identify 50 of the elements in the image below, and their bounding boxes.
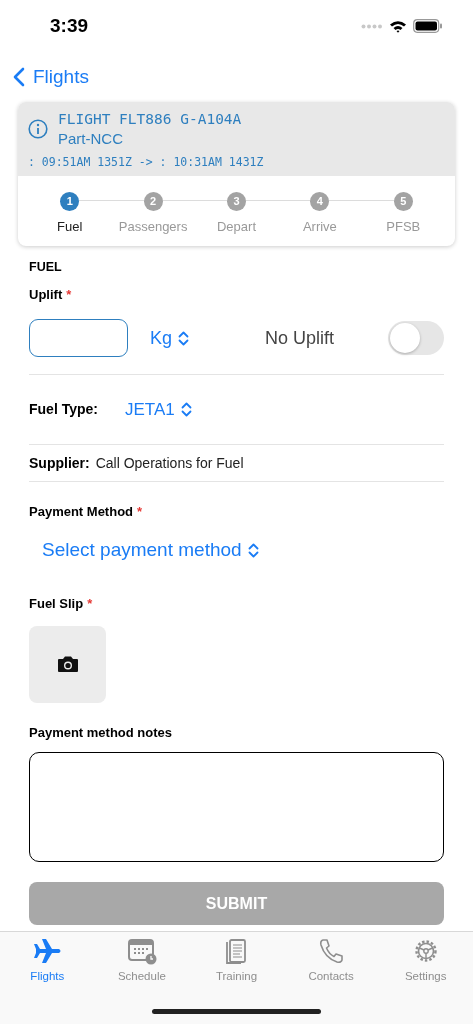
- field-label: Supplier:: [29, 453, 90, 473]
- notes-field[interactable]: [29, 752, 444, 863]
- calendar-clock-icon: [126, 937, 157, 965]
- field-label: Fuel Slip: [29, 595, 84, 614]
- chevron-updown-icon: [247, 542, 259, 558]
- status-time: 3:39: [50, 13, 89, 38]
- flight-subtitle: Part-NCC: [58, 129, 124, 148]
- tab-bar-item[interactable]: Training: [189, 937, 284, 986]
- wifi-icon: [389, 19, 407, 33]
- step-label[interactable]: PFSB: [386, 217, 421, 237]
- required-mark: *: [87, 595, 93, 614]
- tab-bar-item[interactable]: Flights: [0, 937, 95, 986]
- required-mark: *: [66, 285, 72, 304]
- info-icon: [28, 119, 48, 139]
- chevron-updown-icon: [178, 330, 190, 346]
- fuel-type-selector[interactable]: JETA1: [125, 397, 192, 423]
- tab-bar-item[interactable]: Schedule: [94, 937, 190, 986]
- step-number[interactable]: 5: [393, 192, 413, 211]
- no-uplift-toggle[interactable]: [388, 321, 444, 356]
- signal-dots-icon: [361, 23, 383, 29]
- battery-icon: [413, 19, 443, 33]
- payment-method-selector[interactable]: Select payment method: [42, 535, 259, 565]
- field-label: Uplift: [29, 285, 63, 304]
- back-button[interactable]: Flights: [13, 62, 89, 92]
- step-label[interactable]: Passengers: [118, 217, 188, 237]
- field-label: Payment Method: [29, 503, 133, 522]
- flight-times: : 09:51AM 1351Z -> : 10:31AM 1431Z: [28, 154, 265, 171]
- step-number[interactable]: 2: [143, 192, 163, 211]
- tab-bar-item[interactable]: Contacts: [283, 937, 379, 986]
- step-label[interactable]: Arrive: [302, 217, 337, 237]
- tab-bar-item[interactable]: Settings: [378, 937, 473, 986]
- airplane-icon: [32, 937, 63, 965]
- supplier-value: Call Operations for Fuel: [95, 453, 244, 473]
- step-number[interactable]: 4: [310, 192, 330, 211]
- uplift-input[interactable]: [29, 319, 128, 358]
- step-label[interactable]: Fuel: [57, 217, 83, 237]
- chevron-updown-icon: [180, 402, 192, 418]
- field-label: Fuel Type:: [29, 400, 99, 420]
- add-photo-button[interactable]: [29, 625, 106, 703]
- unit-selector[interactable]: Kg: [150, 324, 190, 352]
- back-chevron-icon: [13, 67, 25, 87]
- flight-title: FLIGHT FLT886 G-A104A: [58, 110, 242, 129]
- step-label[interactable]: Depart: [216, 217, 256, 237]
- field-label: Payment method notes: [29, 723, 174, 742]
- step-number[interactable]: 1: [60, 192, 80, 211]
- section-title: FUEL: [29, 259, 63, 276]
- camera-icon: [56, 655, 79, 674]
- step-number[interactable]: 3: [227, 192, 246, 211]
- no-uplift-label: No Uplift: [265, 326, 335, 350]
- required-mark: *: [137, 503, 143, 522]
